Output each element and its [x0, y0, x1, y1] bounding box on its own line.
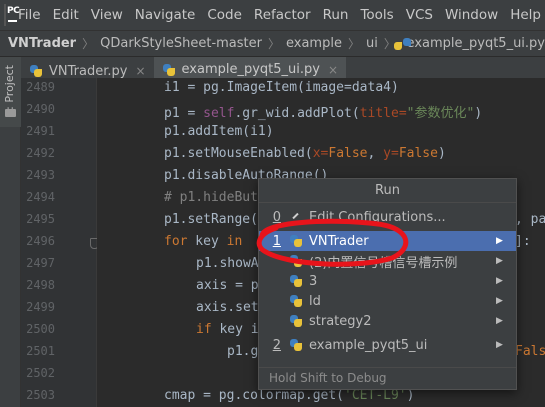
python-run-config-icon [289, 274, 303, 288]
line-number: 2498 [26, 278, 55, 292]
submenu-arrow-icon: ▶ [496, 296, 503, 306]
menu-item-signal-slot-demo[interactable]: (2)内置信号槽信号槽示例 ▶ [259, 251, 516, 271]
popup-footer-hint: Hold Shift to Debug [259, 367, 516, 389]
tab-label: VNTrader.py [49, 63, 128, 79]
run-popup: Run 0 Edit Configurations... 1 VNTrader … [258, 178, 517, 390]
chevron-right-icon: 〉 [347, 37, 360, 51]
menu-item-edit-configurations[interactable]: 0 Edit Configurations... [259, 207, 516, 227]
python-run-config-icon [289, 338, 303, 352]
line-number: 2493 [26, 168, 55, 182]
breadcrumb-folder[interactable]: example [286, 36, 342, 51]
code-line: if key i [196, 322, 259, 337]
code-line: p1.showA [196, 256, 259, 271]
code-line: p1 = self.gr_wid.addPlot(title="参数优化") [164, 106, 483, 121]
left-tool-stripe: 1: Project [0, 57, 21, 407]
code-line-tail: Fals [515, 344, 545, 359]
close-icon[interactable]: × [328, 63, 338, 77]
line-number: 2502 [26, 366, 55, 380]
breadcrumb: VNTrader 〉 QDarkStyleSheet-master 〉 exam… [0, 30, 545, 57]
menu-refactor[interactable]: Refactor [248, 0, 317, 30]
mnemonic-number: 2 [272, 337, 281, 353]
line-number: 2494 [26, 190, 55, 204]
line-number-gutter: 2489 2490 2491 2492 2493 2494 2495 2496 … [21, 78, 99, 407]
line-number: 2501 [26, 344, 55, 358]
line-number: 2500 [26, 322, 55, 336]
line-number: 2496 [26, 234, 55, 248]
menu-item-label: example_pyqt5_ui [309, 337, 428, 353]
line-number: 2489 [26, 80, 55, 94]
chevron-right-icon: 〉 [267, 37, 280, 51]
menu-item-label: strategy2 [309, 313, 372, 329]
python-file-icon [29, 64, 43, 78]
menu-item-strategy2[interactable]: strategy2 ▶ [259, 311, 516, 331]
project-tool-button[interactable]: 1: Project [0, 57, 21, 127]
python-run-config-icon [289, 254, 303, 268]
menu-run[interactable]: Run [317, 0, 355, 30]
code-line: cmap = pg.colormap.get('CET-L9') [164, 388, 415, 403]
code-line-tail: ]: [515, 234, 531, 249]
menu-edit[interactable]: Edit [47, 0, 85, 30]
pycharm-logo-icon: PC [4, 4, 20, 26]
menu-item-label: (2)内置信号槽信号槽示例 [309, 255, 458, 271]
line-number: 2497 [26, 256, 55, 270]
code-line: axis.set [196, 300, 259, 315]
line-number: 2491 [26, 124, 55, 138]
python-file-icon [396, 37, 409, 51]
menu-item-label: 3 [309, 273, 318, 289]
submenu-arrow-icon: ▶ [496, 256, 503, 266]
code-line: axis = p [196, 278, 259, 293]
code-line: p1.setRange( [164, 212, 258, 227]
menu-help[interactable]: Help [504, 0, 545, 30]
menu-item-3[interactable]: 3 ▶ [259, 271, 516, 291]
code-line: i1 = pg.ImageItem(image=data4) [164, 80, 399, 95]
folder-icon [5, 109, 16, 117]
popup-title: Run [259, 179, 516, 203]
code-line: # p1.hideBut [164, 190, 258, 205]
menu-window[interactable]: Window [439, 0, 504, 30]
mnemonic-number: 0 [272, 209, 281, 225]
python-run-config-icon [289, 234, 303, 248]
menu-view[interactable]: View [85, 0, 129, 30]
breadcrumb-file[interactable]: example_pyqt5_ui.py [407, 36, 545, 51]
menu-bar: PC File Edit View Navigate Code Refactor… [0, 0, 545, 30]
menu-item-label: VNTrader [309, 233, 369, 249]
menu-item-vntrader[interactable]: 1 VNTrader ▶ [259, 231, 516, 251]
breadcrumb-folder[interactable]: QDarkStyleSheet-master [100, 36, 262, 51]
code-line: p1.setMouseEnabled(x=False, y=False) [164, 146, 446, 161]
line-number: 2495 [26, 212, 55, 226]
tab-label: example_pyqt5_ui.py [181, 62, 320, 77]
submenu-arrow-icon: ▶ [496, 316, 503, 326]
line-number: 2492 [26, 146, 55, 160]
menu-item-label: ld [309, 293, 321, 309]
python-run-config-icon [289, 294, 303, 308]
menu-item-ld[interactable]: ld ▶ [259, 291, 516, 311]
mnemonic-number: 1 [272, 233, 281, 249]
line-number: 2499 [26, 300, 55, 314]
menu-item-example-pyqt5-ui[interactable]: 2 example_pyqt5_ui ▶ [259, 335, 516, 355]
breadcrumb-folder[interactable]: ui [366, 36, 378, 51]
code-line: p1.addItem(i1) [164, 124, 274, 139]
python-run-config-icon [289, 314, 303, 328]
line-number: 2503 [26, 388, 55, 402]
menu-code[interactable]: Code [201, 0, 248, 30]
menu-item-label: Edit Configurations... [309, 209, 446, 225]
menu-navigate[interactable]: Navigate [129, 0, 202, 30]
code-line: for key in [164, 234, 243, 249]
close-icon[interactable]: × [135, 64, 145, 78]
edit-icon [289, 210, 303, 224]
python-file-icon [162, 63, 176, 77]
breadcrumb-project[interactable]: VNTrader [8, 36, 76, 51]
line-number: 2490 [26, 102, 55, 116]
chevron-right-icon: 〉 [82, 37, 95, 51]
menu-vcs[interactable]: VCS [400, 0, 439, 30]
menu-tools[interactable]: Tools [354, 0, 399, 30]
submenu-arrow-icon: ▶ [496, 276, 503, 286]
submenu-arrow-icon: ▶ [496, 236, 503, 246]
code-line: p1.g [227, 344, 259, 359]
submenu-arrow-icon: ▶ [496, 340, 503, 350]
code-line-tail: , pa [515, 212, 545, 227]
